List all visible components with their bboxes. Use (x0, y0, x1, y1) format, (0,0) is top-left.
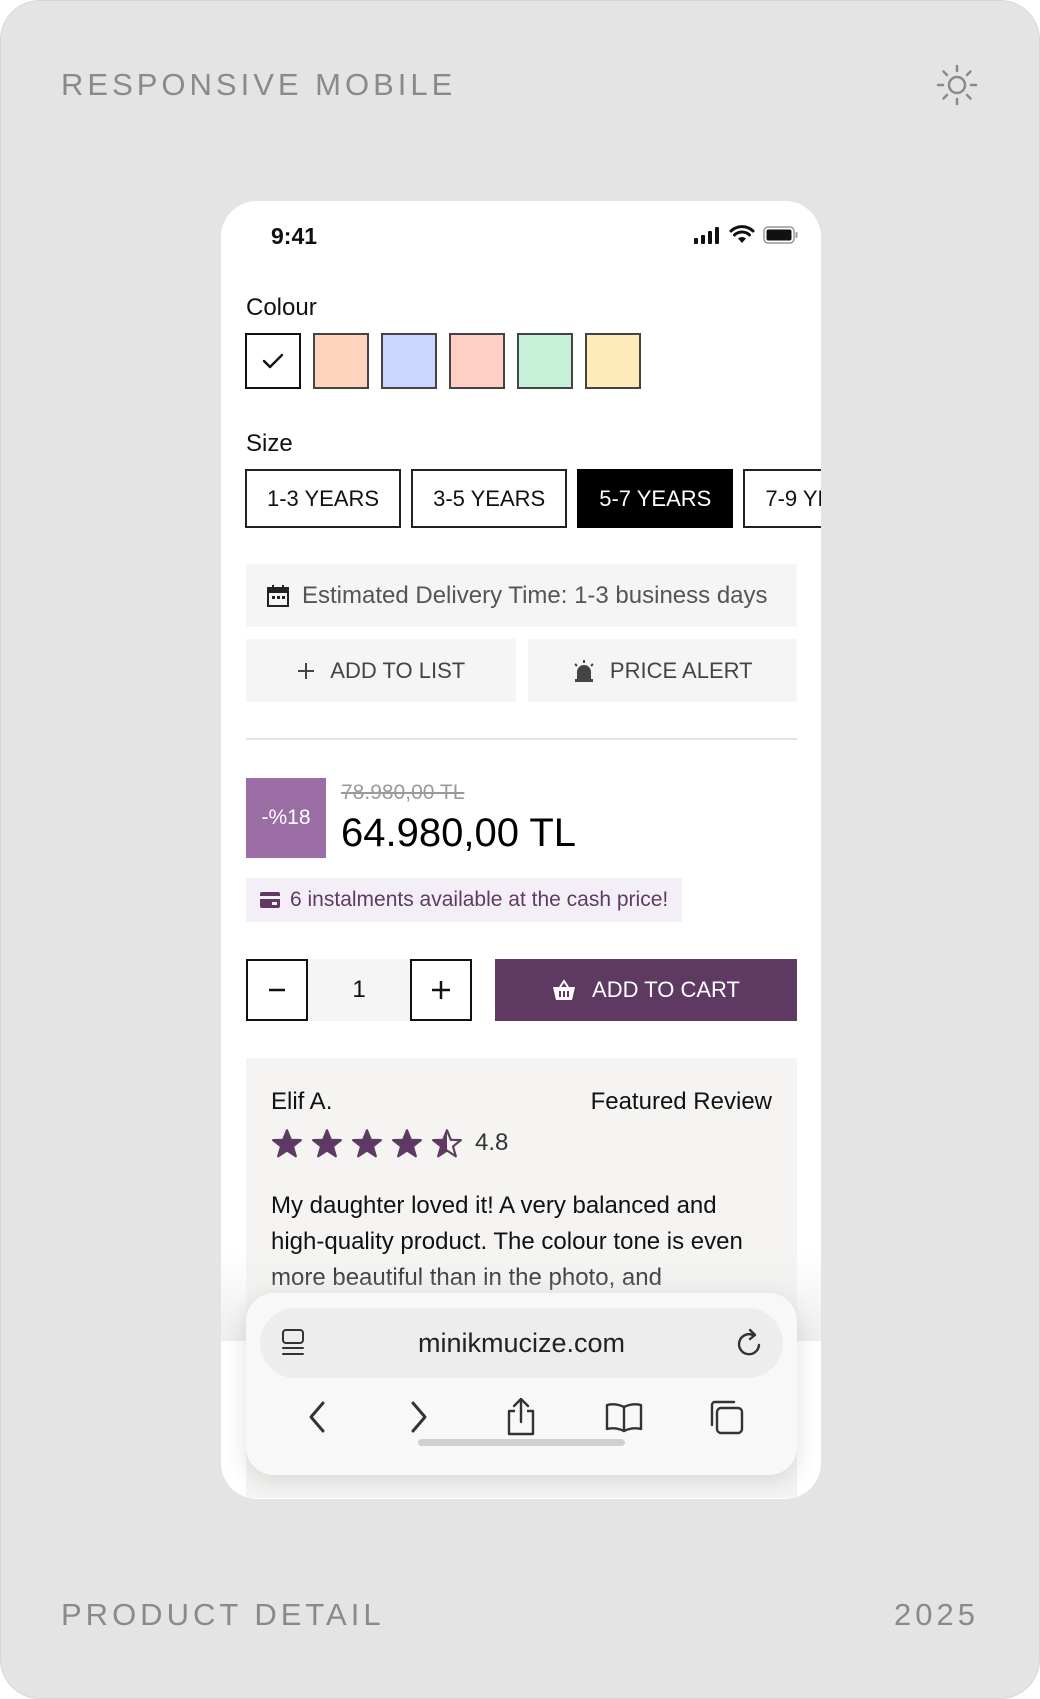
decrease-quantity-button[interactable] (246, 959, 308, 1021)
url-text[interactable]: minikmucize.com (260, 1308, 783, 1378)
size-label: Size (246, 430, 293, 457)
phone-screen: 9:41 Colour Size 1-3 YEARS 3-5 YEARS 5-7… (221, 201, 821, 1499)
add-to-list-label: ADD TO LIST (330, 657, 466, 683)
basket-icon (553, 979, 576, 1000)
calendar-icon (267, 584, 289, 607)
wifi-icon (729, 225, 755, 243)
back-icon[interactable] (293, 1393, 341, 1441)
price-alert-button[interactable]: PRICE ALERT (527, 639, 797, 702)
minus-icon (269, 988, 285, 992)
star-icon (272, 1129, 302, 1158)
add-to-cart-label: ADD TO CART (592, 977, 740, 1002)
colour-swatch[interactable] (585, 333, 641, 389)
colour-swatch[interactable] (313, 333, 369, 389)
plus-icon (298, 662, 315, 679)
bookmarks-icon[interactable] (600, 1393, 648, 1441)
size-option[interactable]: 1-3 YEARS (245, 469, 402, 528)
half-star-icon (432, 1129, 462, 1158)
old-price: 78.980,00 TL (341, 781, 465, 804)
quantity-value[interactable]: 1 (308, 959, 410, 1021)
alarm-icon (574, 659, 594, 682)
sun-icon[interactable] (935, 63, 979, 107)
rating-value: 4.8 (475, 1129, 509, 1156)
bottom-left-caption: PRODUCT DETAIL (61, 1597, 385, 1632)
home-indicator (418, 1439, 625, 1446)
star-rating: 4.8 (271, 1128, 508, 1158)
featured-review-tag: Featured Review (590, 1088, 772, 1115)
top-left-caption: RESPONSIVE MOBILE (61, 67, 457, 102)
reload-icon[interactable] (735, 1327, 765, 1359)
colour-swatches (245, 333, 641, 389)
current-price: 64.980,00 TL (341, 811, 577, 855)
size-option[interactable]: 3-5 YEARS (411, 469, 568, 528)
browser-toolbar: minikmucize.com (246, 1293, 797, 1475)
battery-icon (763, 225, 798, 244)
check-icon (262, 353, 284, 369)
plus-icon (432, 981, 450, 999)
colour-swatch[interactable] (449, 333, 505, 389)
star-icon (312, 1129, 342, 1158)
instalment-text: 6 instalments available at the cash pric… (290, 888, 669, 911)
card-icon (260, 892, 280, 908)
colour-swatch[interactable] (381, 333, 437, 389)
delivery-info: Estimated Delivery Time: 1-3 business da… (246, 564, 797, 627)
quantity-stepper: 1 (246, 959, 472, 1021)
status-bar: 9:41 (221, 201, 821, 271)
increase-quantity-button[interactable] (410, 959, 472, 1021)
tabs-icon[interactable] (702, 1393, 750, 1441)
size-option[interactable]: 5-7 YEARS (577, 469, 734, 528)
star-icon (392, 1129, 422, 1158)
delivery-text: Estimated Delivery Time: 1-3 business da… (302, 581, 768, 609)
colour-swatch[interactable] (245, 333, 301, 389)
year-caption: 2025 (894, 1597, 979, 1632)
divider (246, 738, 797, 740)
instalment-banner: 6 instalments available at the cash pric… (246, 878, 683, 922)
size-option[interactable]: 7-9 YEARS (743, 469, 821, 528)
add-to-list-button[interactable]: ADD TO LIST (246, 639, 516, 702)
colour-label: Colour (246, 294, 317, 321)
forward-icon[interactable] (395, 1393, 443, 1441)
price-alert-label: PRICE ALERT (609, 657, 753, 683)
add-to-cart-button[interactable]: ADD TO CART (495, 959, 797, 1021)
star-icon (352, 1129, 382, 1158)
page-menu-icon[interactable] (280, 1327, 308, 1359)
colour-swatch[interactable] (517, 333, 573, 389)
presentation-frame: RESPONSIVE MOBILE 9:41 Colour Size 1-3 Y… (0, 0, 1040, 1699)
address-bar[interactable]: minikmucize.com (260, 1308, 783, 1378)
share-icon[interactable] (497, 1393, 545, 1441)
discount-badge: -%18 (246, 778, 326, 858)
size-options: 1-3 YEARS3-5 YEARS5-7 YEARS7-9 YEARS (245, 469, 821, 528)
signal-icon (694, 226, 719, 244)
status-time: 9:41 (271, 223, 318, 249)
reviewer-name: Elif A. (271, 1088, 333, 1115)
